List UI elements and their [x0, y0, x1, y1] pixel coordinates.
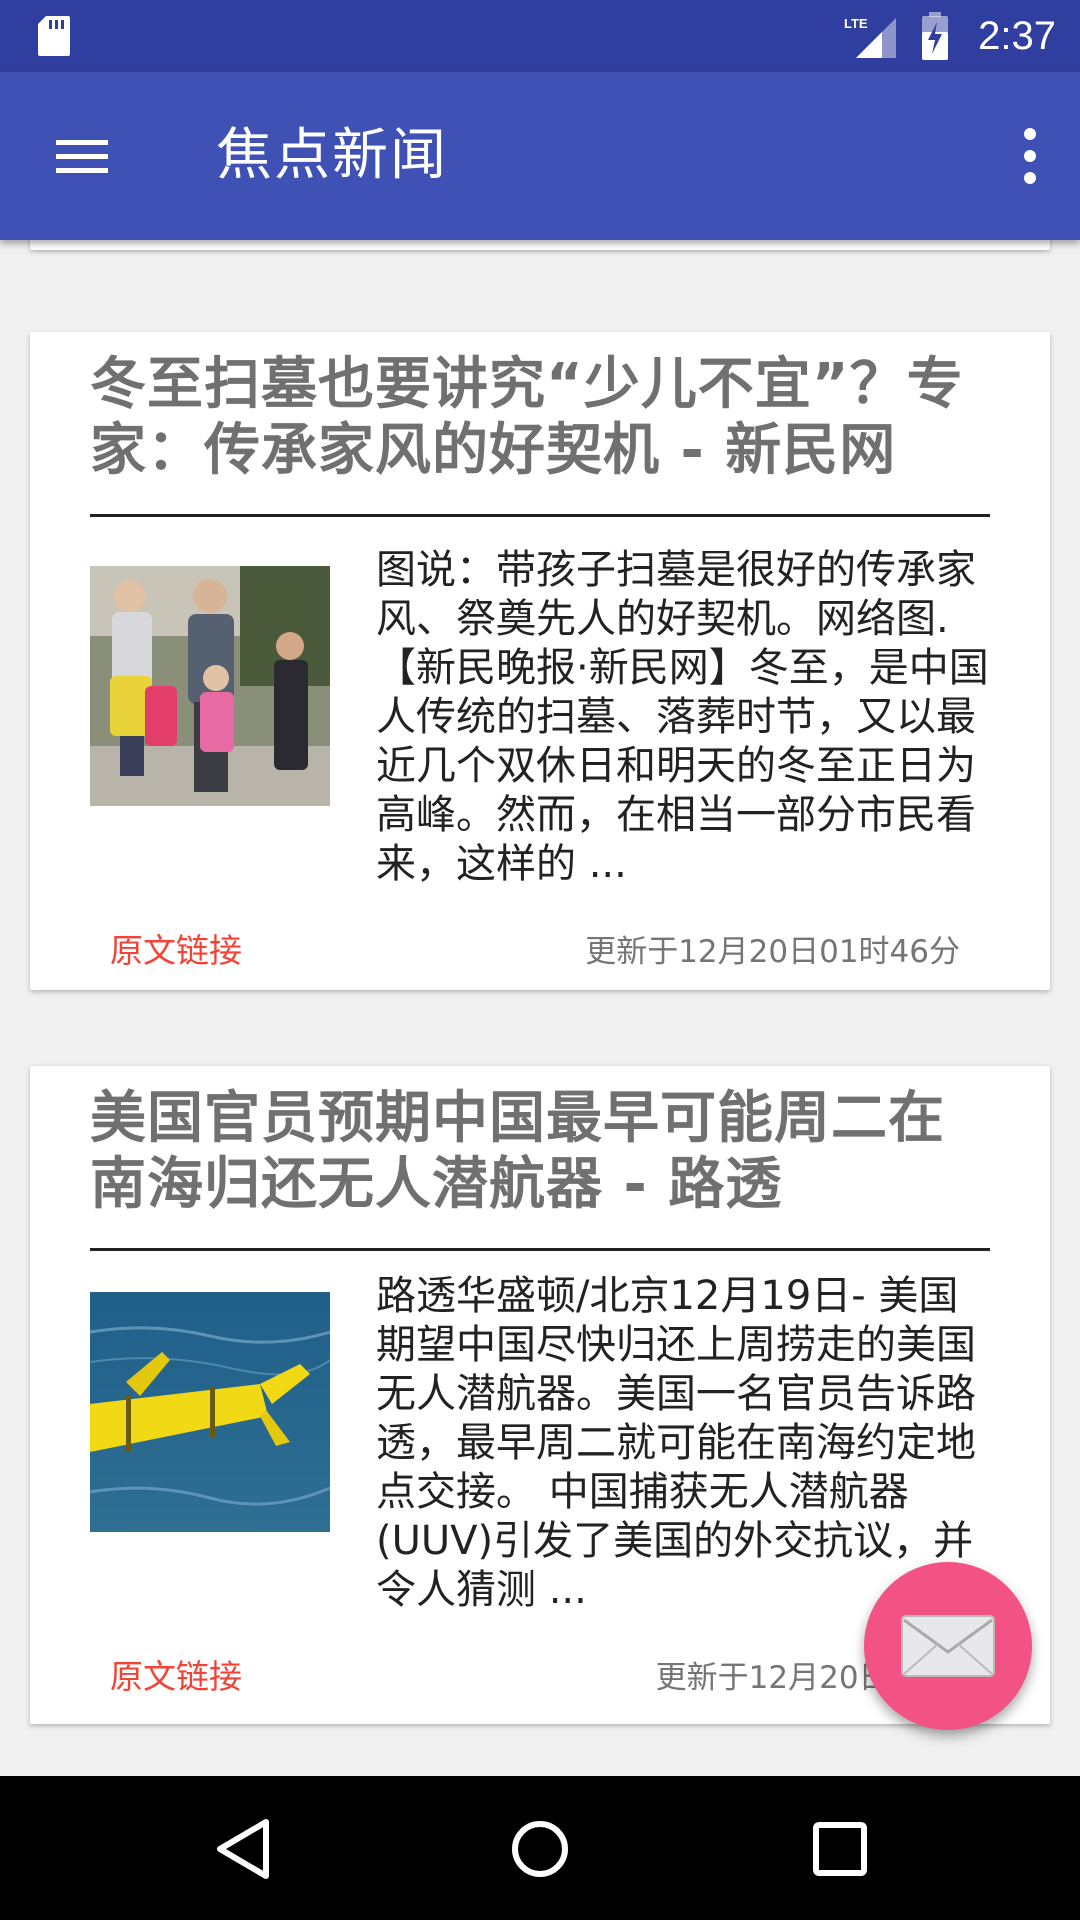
news-image [90, 1292, 330, 1532]
divider [90, 1248, 990, 1251]
lte-signal-icon: LTE [844, 16, 896, 58]
sd-card-icon [38, 16, 70, 56]
navigation-bar [0, 1776, 1080, 1920]
menu-icon[interactable] [50, 132, 114, 180]
underwater-drone-photo [90, 1292, 330, 1532]
back-icon[interactable] [208, 1814, 278, 1884]
news-summary: 图说：带孩子扫墓是很好的传承家风、祭奠先人的好契机。网络图. 【新民晚报·新民网… [376, 547, 989, 887]
updated-time: 更新于12月20日01时46分 [585, 934, 960, 970]
previous-card [30, 240, 1050, 250]
recent-apps-icon[interactable] [805, 1814, 875, 1884]
app-title: 焦点新闻 [216, 123, 448, 188]
family-photo [90, 566, 330, 806]
news-card[interactable]: 冬至扫墓也要讲究“少儿不宜”？专家：传承家风的好契机 - 新民网 图说：带孩子扫… [30, 332, 1050, 990]
more-vert-icon[interactable] [1010, 122, 1050, 190]
status-bar: LTE 2:37 [0, 0, 1080, 72]
app-bar: 焦点新闻 [0, 72, 1080, 240]
news-image [90, 566, 330, 806]
source-link[interactable]: 原文链接 [110, 1650, 242, 1698]
news-feed[interactable]: 冬至扫墓也要讲究“少儿不宜”？专家：传承家风的好契机 - 新民网 图说：带孩子扫… [0, 240, 1080, 1776]
network-label: LTE [844, 16, 868, 31]
news-title[interactable]: 美国官员预期中国最早可能周二在南海归还无人潜航器 - 路透 [90, 1086, 990, 1218]
news-summary: 路透华盛顿/北京12月19日- 美国期望中国尽快归还上周捞走的美国无人潜航器。美… [376, 1273, 976, 1613]
home-icon[interactable] [505, 1814, 575, 1884]
battery-charging-icon [922, 12, 948, 60]
compose-mail-button[interactable] [864, 1562, 1032, 1730]
source-link[interactable]: 原文链接 [110, 924, 242, 972]
mail-icon [901, 1615, 995, 1677]
status-time: 2:37 [978, 14, 1056, 58]
divider [90, 514, 990, 517]
news-title[interactable]: 冬至扫墓也要讲究“少儿不宜”？专家：传承家风的好契机 - 新民网 [90, 352, 990, 484]
